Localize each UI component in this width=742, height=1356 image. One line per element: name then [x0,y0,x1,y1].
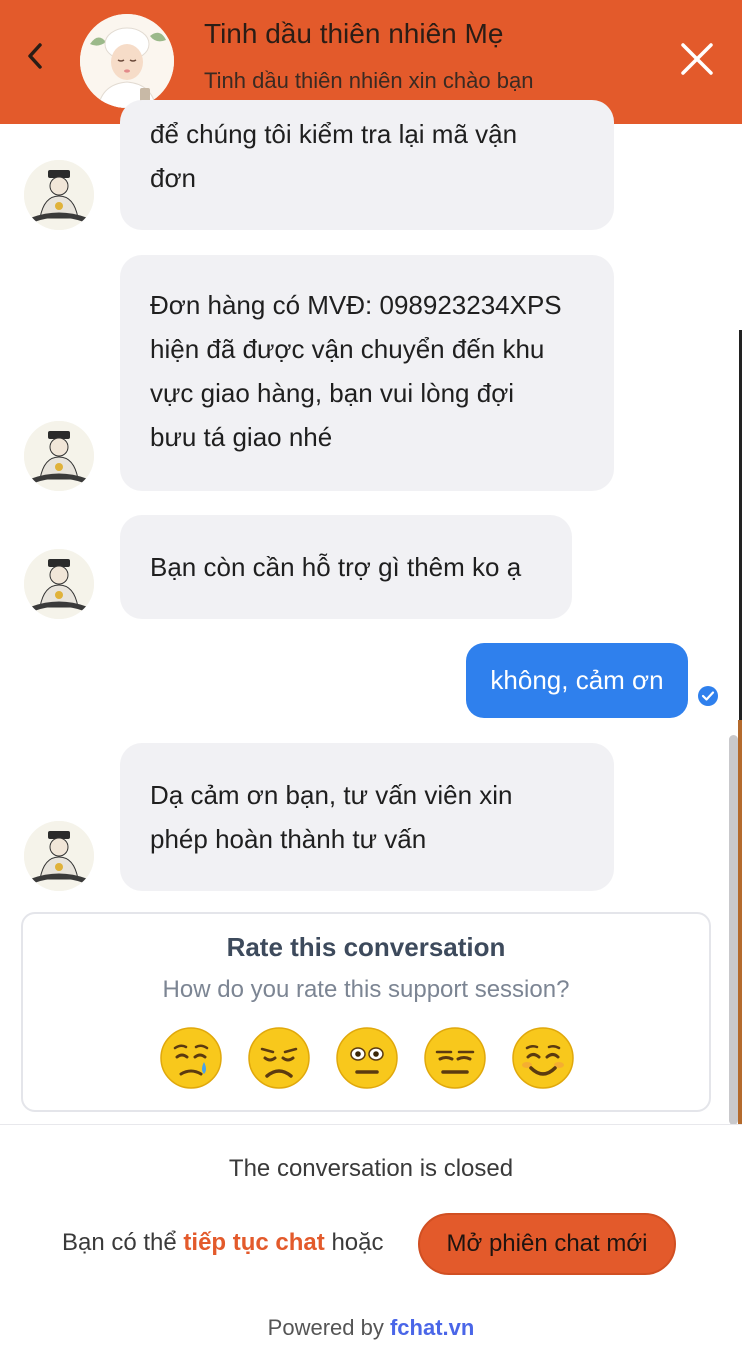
chat-footer: The conversation is closed Bạn có thể ti… [0,1124,742,1356]
close-icon [681,43,713,75]
expressionless-face-icon[interactable] [423,1026,487,1090]
close-button[interactable] [676,38,718,80]
shop-avatar [80,14,174,108]
crying-face-icon[interactable] [159,1026,223,1090]
continue-prompt: Bạn có thể tiếp tục chat hoặc [62,1229,384,1257]
rating-subtitle: How do you rate this support session? [162,976,570,1003]
message-line: bưu tá giao nhé [150,422,333,452]
message-line: để chúng tôi kiểm tra lại mã vận [150,119,518,149]
rating-title: Rate this conversation [226,932,506,962]
powered-by: Powered by fchat.vn [0,1315,742,1341]
fchat-link[interactable]: fchat.vn [390,1315,474,1340]
agent-avatar [24,549,94,619]
agent-message: Bạn còn cần hỗ trợ gì thêm ko ạ [120,515,572,619]
message-line: Bạn còn cần hỗ trợ gì thêm ko ạ [150,552,522,582]
continue-chat-link[interactable]: tiếp tục chat [183,1229,324,1256]
chevron-left-icon [28,43,42,69]
page-edge-strip [738,720,742,1140]
flushed-face-icon[interactable] [335,1026,399,1090]
header-subtitle: Tinh dầu thiên nhiên xin chào bạn [204,68,534,93]
message-line: phép hoàn thành tư vấn [150,824,427,854]
agent-message: Dạ cảm ơn bạn, tư vấn viên xin phép hoàn… [120,743,614,891]
agent-message: để chúng tôi kiểm tra lại mã vận đơn [120,100,614,230]
message-line: đơn [150,163,196,193]
message-line: hiện đã được vận chuyển đến khu [150,334,545,364]
scrollbar[interactable] [729,735,738,1125]
user-message: không, cảm ơn [466,643,688,718]
agent-message: Đơn hàng có MVĐ: 098923234XPS hiện đã đư… [120,255,614,491]
seen-check-icon [698,686,718,706]
header-title: Tinh dầu thiên nhiên Mẹ [204,18,504,49]
message-line: vực giao hàng, bạn vui lòng đợi [150,378,515,408]
back-button[interactable] [18,36,52,76]
powered-prefix: Powered by [267,1315,390,1340]
rating-card: Rate this conversation How do you rate t… [21,912,711,1112]
smiling-face-icon[interactable] [511,1026,575,1090]
message-line: Dạ cảm ơn bạn, tư vấn viên xin [150,780,513,810]
conversation-closed-text: The conversation is closed [228,1155,514,1182]
agent-avatar [24,821,94,891]
agent-avatar [24,421,94,491]
message-line: Đơn hàng có MVĐ: 098923234XPS [150,290,562,320]
frowning-face-icon[interactable] [247,1026,311,1090]
new-chat-button[interactable]: Mở phiên chat mới [418,1213,676,1275]
continue-suffix: hoặc [324,1229,384,1256]
agent-avatar [24,160,94,230]
continue-prefix: Bạn có thể [62,1229,184,1256]
